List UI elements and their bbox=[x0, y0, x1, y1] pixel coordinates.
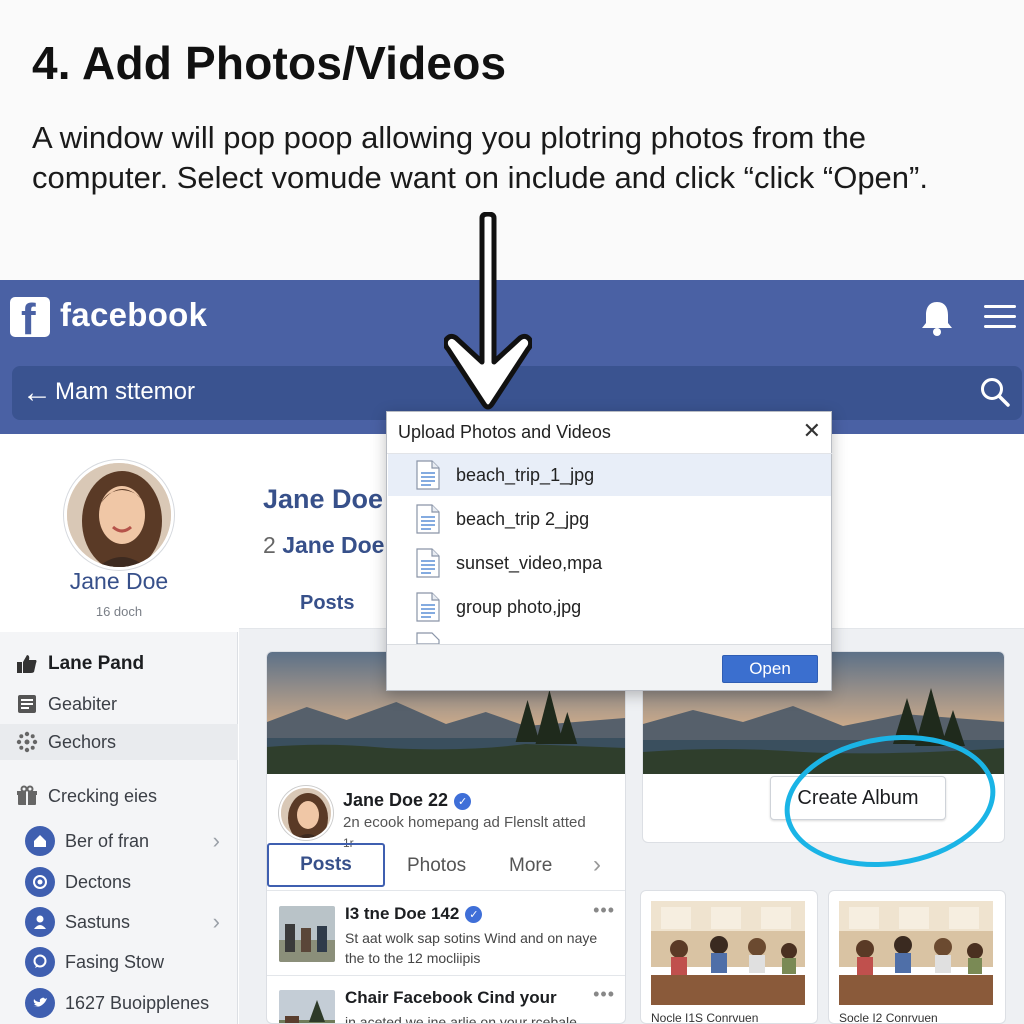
document-icon bbox=[416, 632, 440, 644]
post-card: Jane Doe 22 ✓ 2n ecook homepang ad Flensl… bbox=[266, 651, 626, 1024]
photo-card[interactable]: Socle I2 Conrvuen bbox=[828, 890, 1006, 1024]
file-name: beach_trip_1_jpg bbox=[456, 464, 595, 485]
sidebar-link-label: Fasing Stow bbox=[65, 951, 165, 972]
more-options-icon[interactable]: ••• bbox=[593, 900, 615, 921]
sidebar-item-label: Geabiter bbox=[48, 693, 118, 714]
tab-posts-main[interactable]: Posts bbox=[300, 592, 354, 615]
list-item[interactable]: I3 tne Doe 142 ✓ St aat wolk sap sotins W… bbox=[267, 892, 625, 976]
person-icon bbox=[25, 907, 55, 937]
dialog-title: Upload Photos and Videos bbox=[398, 422, 611, 442]
list-item[interactable]: Chair Facebook Cind your in aceted we in… bbox=[267, 976, 625, 1024]
home-icon bbox=[25, 826, 55, 856]
sidebar-link-fasing-stow[interactable]: Fasing Stow bbox=[0, 942, 238, 982]
list-item-title: Chair Facebook Cind your bbox=[345, 988, 557, 1007]
post-tabs: Posts Photos More › bbox=[267, 843, 625, 891]
avatar[interactable] bbox=[64, 460, 174, 570]
document-icon bbox=[416, 504, 440, 534]
instruction-text: A window will pop poop allowing you plot… bbox=[32, 120, 928, 195]
dots-circle-icon bbox=[16, 731, 38, 753]
document-icon bbox=[416, 592, 440, 622]
sidebar-item-label: Gechors bbox=[48, 731, 117, 752]
chat-icon bbox=[25, 947, 55, 977]
open-button[interactable]: Open bbox=[722, 655, 818, 683]
file-name: sunset_video,mpa bbox=[456, 552, 603, 573]
hamburger-menu-icon[interactable] bbox=[984, 305, 1016, 331]
arrow-down-icon bbox=[444, 212, 532, 410]
file-name: beach_trip 2_jpg bbox=[456, 508, 590, 529]
sidebar-link-sastuns[interactable]: Sastuns › bbox=[0, 902, 238, 942]
list-item-body: St aat wolk sap sotins Wind and on naye … bbox=[345, 930, 598, 966]
post-header: Jane Doe 22 ✓ 2n ecook homepang ad Flensl… bbox=[267, 776, 625, 850]
sidebar-item-lane-pand[interactable]: Lane Pand bbox=[0, 646, 238, 682]
gift-icon bbox=[16, 785, 38, 807]
document-icon bbox=[416, 548, 440, 578]
chevron-right-icon[interactable]: › bbox=[593, 851, 601, 879]
camera-icon bbox=[25, 867, 55, 897]
like-icon bbox=[16, 653, 38, 675]
photo-caption: Nocle I1S Conrvuen bbox=[651, 1011, 759, 1024]
sidebar-link-label: Sastuns bbox=[65, 911, 131, 932]
more-options-icon[interactable]: ••• bbox=[593, 984, 615, 1005]
profile-subheading: 2 Jane Doe bbox=[263, 532, 385, 558]
profile-subtitle: 16 doch bbox=[95, 604, 143, 619]
page-title: Jane Doe bbox=[263, 484, 384, 514]
instruction-title: 4. Add Photos/Videos bbox=[32, 37, 507, 89]
search-input[interactable]: Mam sttemor bbox=[55, 378, 195, 406]
chevron-right-icon: › bbox=[212, 828, 220, 853]
verified-icon: ✓ bbox=[454, 793, 472, 810]
post-thumbnail bbox=[279, 906, 335, 962]
file-item[interactable]: group photo,jpg bbox=[388, 586, 831, 628]
photo-thumbnail bbox=[839, 901, 993, 1005]
sidebar-item-crecking[interactable]: Crecking eies bbox=[0, 778, 238, 814]
post-thumbnail bbox=[279, 990, 335, 1023]
profile-name[interactable]: Jane Doe bbox=[0, 568, 238, 595]
sidebar-item-geabiter[interactable]: Geabiter bbox=[0, 686, 238, 722]
bell-icon[interactable] bbox=[918, 298, 956, 338]
post-author[interactable]: Jane Doe 22 ✓ bbox=[343, 790, 472, 811]
photo-thumbnail bbox=[651, 901, 805, 1005]
sidebar-item-gechors[interactable]: Gechors bbox=[0, 724, 238, 760]
list-item-title: I3 tne Doe 142 ✓ bbox=[345, 904, 483, 924]
sidebar-link-ber-of-fran[interactable]: Ber of fran › bbox=[0, 821, 238, 861]
tab-more[interactable]: More bbox=[509, 855, 552, 877]
sidebar-link-dectons[interactable]: Dectons bbox=[0, 862, 238, 902]
list-icon bbox=[16, 693, 38, 715]
upload-dialog: Upload Photos and Videos ✕ beach_trip_1_… bbox=[386, 411, 833, 691]
bird-icon bbox=[25, 988, 55, 1018]
sidebar-link-label: Dectons bbox=[65, 871, 132, 892]
list-item-body: in aceted we ine arlie on your rcebale bbox=[345, 1014, 577, 1024]
dialog-footer: Open bbox=[387, 644, 831, 690]
post-text: 2n ecook homepang ad Flenslt atted bbox=[343, 814, 586, 831]
sidebar-link-buoipplenes[interactable]: 1627 Buoipplenes bbox=[0, 983, 238, 1023]
document-icon bbox=[416, 460, 440, 490]
facebook-wordmark[interactable]: facebook bbox=[60, 296, 207, 334]
back-arrow-icon[interactable]: ← bbox=[22, 376, 52, 410]
sidebar-link-label: Ber of fran bbox=[65, 830, 150, 851]
sidebar-item-label: Crecking eies bbox=[48, 785, 158, 806]
avatar[interactable] bbox=[279, 786, 333, 840]
file-item[interactable]: sunset_video,mpa bbox=[388, 542, 831, 584]
facebook-logo-icon[interactable]: f bbox=[10, 295, 50, 344]
file-item[interactable]: beach_trip_1_jpg bbox=[388, 454, 831, 496]
tab-posts[interactable]: Posts bbox=[267, 843, 385, 887]
sidebar-link-label: 1627 Buoipplenes bbox=[65, 992, 210, 1013]
photo-card[interactable]: Nocle I1S Conrvuen bbox=[640, 890, 818, 1024]
file-item[interactable]: beach_trip 2_jpg bbox=[388, 498, 831, 540]
sidebar-item-label: Lane Pand bbox=[48, 653, 145, 674]
close-icon[interactable]: ✕ bbox=[803, 418, 821, 444]
file-name: group photo,jpg bbox=[456, 596, 582, 617]
chevron-right-icon: › bbox=[212, 909, 220, 934]
photo-caption: Socle I2 Conrvuen bbox=[839, 1011, 938, 1024]
search-icon[interactable] bbox=[979, 376, 1011, 408]
tab-photos[interactable]: Photos bbox=[407, 855, 466, 877]
verified-icon: ✓ bbox=[465, 906, 483, 923]
